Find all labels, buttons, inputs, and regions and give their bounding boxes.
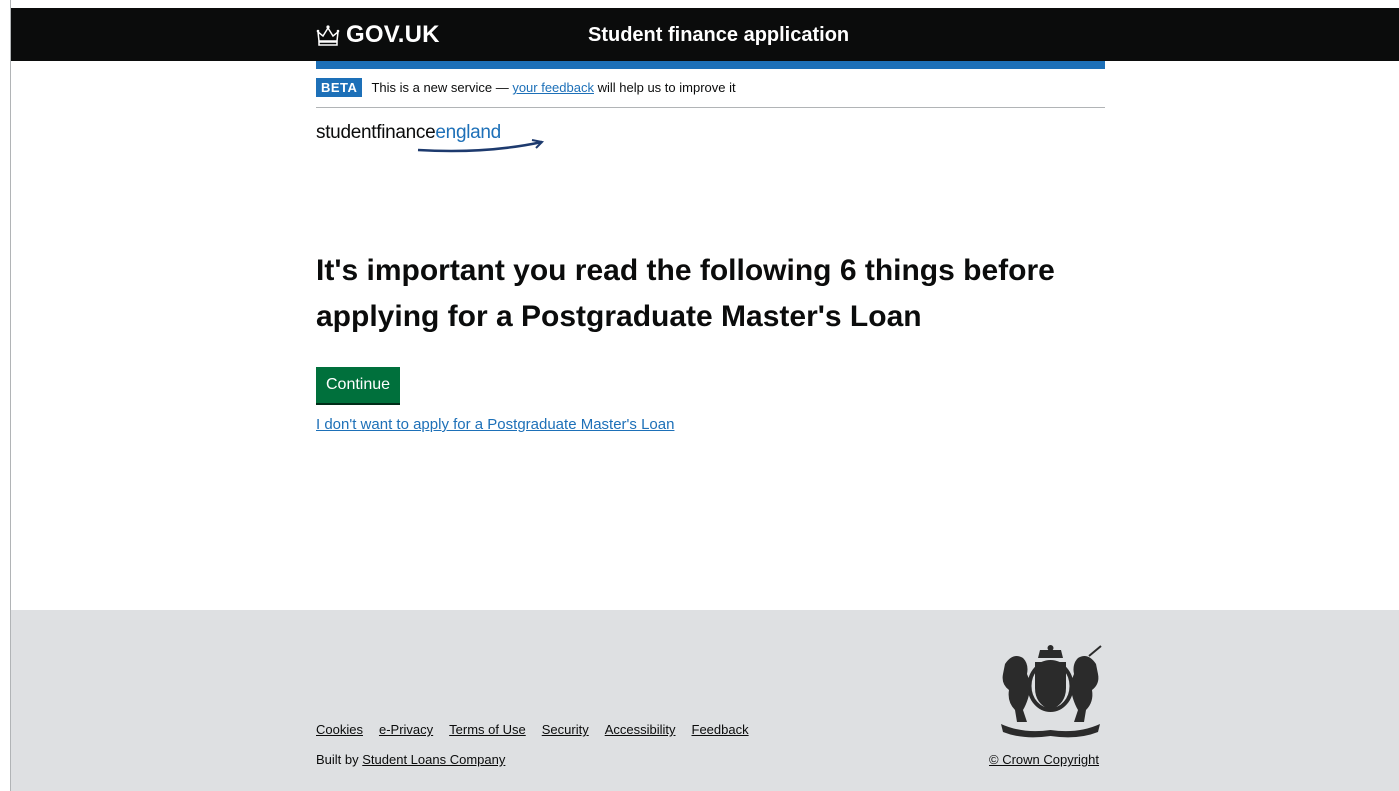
royal-coat-of-arms-icon <box>1001 645 1102 738</box>
crown-copyright-link[interactable]: © Crown Copyright <box>989 752 1099 767</box>
built-by-prefix: Built by <box>316 752 363 767</box>
govuk-logo-text: GOV.UK <box>346 21 440 48</box>
footer-link-feedback[interactable]: Feedback <box>692 722 749 737</box>
footer-link-terms[interactable]: Terms of Use <box>449 722 526 737</box>
phase-banner-text: This is a new service — your feedback wi… <box>371 78 735 98</box>
opt-out-link[interactable]: I don't want to apply for a Postgraduate… <box>316 416 674 433</box>
footer-link-cookies[interactable]: Cookies <box>316 722 363 737</box>
built-by-text: Built by Student Loans Company <box>316 752 505 767</box>
crown-icon <box>316 25 340 46</box>
footer-link-accessibility[interactable]: Accessibility <box>605 722 676 737</box>
govuk-logo-link[interactable]: GOV.UK <box>316 21 440 49</box>
service-name-link[interactable]: Student finance application <box>588 24 849 47</box>
beta-tag: BETA <box>316 78 363 97</box>
phase-text-after: will help us to improve it <box>593 80 736 95</box>
page-title: It's important you read the following 6 … <box>316 254 1055 333</box>
header-blue-bar <box>316 61 1105 69</box>
student-loans-company-link[interactable]: Student Loans Company <box>362 752 505 767</box>
feedback-link[interactable]: your feedback <box>512 80 594 95</box>
logo-swoosh-icon <box>417 139 545 153</box>
govuk-header: GOV.UK Student finance application <box>11 8 1399 61</box>
header-container: GOV.UK Student finance application <box>316 8 1106 61</box>
footer: Cookies e-Privacy Terms of Use Security … <box>11 610 1399 791</box>
phase-banner: BETA This is a new service — your feedba… <box>316 78 1105 108</box>
footer-link-security[interactable]: Security <box>542 722 589 737</box>
continue-button[interactable]: Continue <box>316 367 401 403</box>
browser-top-strip <box>0 0 1399 8</box>
phase-text-before: This is a new service — <box>371 80 513 95</box>
footer-link-eprivacy[interactable]: e-Privacy <box>379 722 433 737</box>
student-finance-england-logo: studentfinanceengland <box>316 122 556 156</box>
footer-links: Cookies e-Privacy Terms of Use Security … <box>316 722 749 737</box>
